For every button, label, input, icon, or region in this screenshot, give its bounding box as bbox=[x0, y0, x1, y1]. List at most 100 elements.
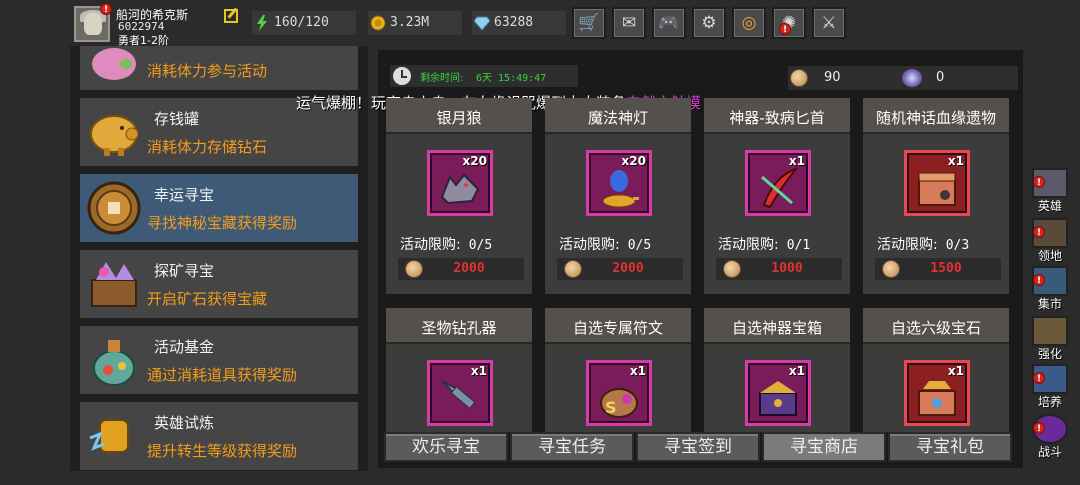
fist-icon bbox=[89, 419, 129, 453]
side-label: 强化 bbox=[1037, 347, 1062, 361]
menu-item-title: 探矿寻宝 bbox=[154, 262, 215, 280]
limit-label: 活动限购: bbox=[400, 237, 461, 253]
mail-button[interactable]: ✉ bbox=[612, 7, 646, 39]
shop-item-card[interactable]: 圣物钻孔器 x1 bbox=[386, 308, 532, 432]
purchase-limit: 活动限购: 0/5 bbox=[559, 234, 651, 254]
gem-box-icon bbox=[918, 381, 956, 416]
event-gem-icon bbox=[902, 69, 922, 87]
shop-button[interactable]: 🛒 bbox=[572, 7, 606, 39]
color-wheel-icon: ◎ bbox=[741, 13, 757, 33]
settings-button[interactable]: ⚙ bbox=[692, 7, 726, 39]
menu-item-lucky-treasure[interactable]: 幸运寻宝 寻找神秘宝藏获得奖励 bbox=[80, 174, 358, 242]
mail-icon: ✉ bbox=[621, 13, 637, 33]
menu-item-hero-trial[interactable]: 英雄试炼 提升转生等级获得奖励 bbox=[80, 402, 358, 470]
shop-item-title: 自选神器宝箱 bbox=[704, 308, 850, 344]
item-quantity: x1 bbox=[788, 364, 805, 378]
diamond-icon bbox=[474, 16, 490, 31]
top-bar: ! 船河的希克斯 6022974 勇者1-2阶 160/120 3.23M 63… bbox=[0, 0, 1080, 47]
wolf-icon bbox=[440, 173, 480, 205]
item-quantity: x1 bbox=[629, 364, 646, 378]
price-value: 2000 bbox=[612, 261, 644, 276]
limit-label: 活动限购: bbox=[877, 237, 938, 253]
event-button[interactable]: ✺ bbox=[772, 7, 806, 39]
menu-item-stamina-event[interactable]: 消耗体力参与活动 bbox=[80, 46, 358, 90]
side-button-hero[interactable]: ! 英雄 bbox=[1028, 168, 1072, 214]
money-bag-icon bbox=[93, 340, 135, 386]
item-quantity: x20 bbox=[462, 154, 487, 168]
item-frame: x1 bbox=[904, 360, 970, 426]
side-button-market[interactable]: ! 集市 bbox=[1028, 266, 1072, 312]
svg-text:S: S bbox=[605, 398, 617, 417]
shop-item-card[interactable]: 自选专属符文 S x1 bbox=[545, 308, 691, 432]
market-notification-badge: ! bbox=[1033, 274, 1045, 286]
shop-item-card[interactable]: 自选六级宝石 x1 bbox=[863, 308, 1009, 432]
event-timer: 剩余时间: 6天 15:49:47 bbox=[390, 65, 578, 87]
item-frame: x1 bbox=[427, 360, 493, 426]
gold-value: 3.23M bbox=[390, 15, 430, 30]
price-value: 1500 bbox=[930, 261, 962, 276]
crossed-swords-icon: ⚔ bbox=[821, 13, 837, 33]
menu-item-fund[interactable]: 活动基金 通过消耗道具获得奖励 bbox=[80, 326, 358, 394]
shop-item-card[interactable]: 自选神器宝箱 x1 bbox=[704, 308, 850, 432]
item-frame: x20 bbox=[586, 150, 652, 216]
item-quantity: x1 bbox=[947, 364, 964, 378]
event-coin-counter: 90 bbox=[788, 66, 906, 90]
pig-icon bbox=[92, 48, 136, 80]
tab-treasure-packs[interactable]: 寻宝礼包 bbox=[888, 432, 1012, 462]
menu-item-title: 英雄试炼 bbox=[154, 414, 215, 432]
stamina-icon bbox=[257, 15, 267, 31]
menu-item-mining[interactable]: 探矿寻宝 开启矿石获得宝藏 bbox=[80, 250, 358, 318]
price-value: 1000 bbox=[771, 261, 803, 276]
side-button-train[interactable]: ! 培养 bbox=[1028, 364, 1072, 410]
shop-item-title: 魔法神灯 bbox=[545, 98, 691, 134]
limit-value: 0/5 bbox=[468, 238, 493, 253]
cart-icon: 🛒 bbox=[578, 13, 600, 33]
buy-button[interactable]: 2000 bbox=[398, 258, 524, 280]
treasure-disc-icon bbox=[87, 181, 141, 235]
menu-item-desc: 通过消耗道具获得奖励 bbox=[147, 366, 298, 384]
buy-button[interactable]: 2000 bbox=[557, 258, 683, 280]
gear-icon: ⚙ bbox=[701, 13, 717, 33]
piggy-bank-icon bbox=[90, 115, 139, 156]
item-frame: x1 bbox=[745, 150, 811, 216]
menu-item-desc: 寻找神秘宝藏获得奖励 bbox=[147, 214, 298, 232]
avatar-notification-badge: ! bbox=[100, 3, 112, 15]
event-gem-value: 0 bbox=[936, 70, 945, 85]
menu-item-desc: 开启矿石获得宝藏 bbox=[147, 290, 268, 308]
purchase-limit: 活动限购: 0/1 bbox=[718, 234, 810, 254]
tab-treasure-quests[interactable]: 寻宝任务 bbox=[510, 432, 634, 462]
buy-button[interactable]: 1500 bbox=[875, 258, 1001, 280]
item-frame: x20 bbox=[427, 150, 493, 216]
limit-label: 活动限购: bbox=[559, 237, 620, 253]
genie-lamp-icon bbox=[602, 170, 639, 208]
limit-value: 0/3 bbox=[945, 238, 970, 253]
side-label: 领地 bbox=[1037, 249, 1062, 263]
timer-label: 剩余时间: bbox=[420, 73, 464, 84]
battle-button[interactable]: ⚔ bbox=[812, 7, 846, 39]
buy-button[interactable]: 1000 bbox=[716, 258, 842, 280]
tab-happy-treasure[interactable]: 欢乐寻宝 bbox=[384, 432, 508, 462]
shop-item-card[interactable]: 随机神话血缘遗物 x1 活动限购: 0/3 1500 bbox=[863, 98, 1009, 294]
limit-label: 活动限购: bbox=[718, 237, 779, 253]
side-button-territory[interactable]: ! 领地 bbox=[1028, 218, 1072, 264]
side-button-enhance[interactable]: 强化 bbox=[1028, 316, 1072, 362]
territory-notification-badge: ! bbox=[1033, 226, 1045, 238]
shop-item-card[interactable]: 神器-致病匕首 x1 活动限购: 0/1 1000 bbox=[704, 98, 850, 294]
timer-value: 6天 15:49:47 bbox=[476, 73, 547, 84]
tab-treasure-checkin[interactable]: 寻宝签到 bbox=[636, 432, 760, 462]
color-wheel-button[interactable]: ◎ bbox=[732, 7, 766, 39]
tab-treasure-shop[interactable]: 寻宝商店 bbox=[762, 432, 886, 462]
side-button-battle[interactable]: ! 战斗 bbox=[1028, 414, 1072, 460]
event-coin-icon bbox=[790, 69, 808, 87]
shop-item-card[interactable]: 魔法神灯 x20 活动限购: 0/5 2000 bbox=[545, 98, 691, 294]
drill-icon bbox=[441, 380, 476, 410]
gamepad-button[interactable]: 🎮 bbox=[652, 7, 686, 39]
shop-item-card[interactable]: 银月狼 x20 活动限购: 0/5 2000 bbox=[386, 98, 532, 294]
battle-notification-badge: ! bbox=[1033, 422, 1045, 434]
shop-item-title: 随机神话血缘遗物 bbox=[863, 98, 1009, 134]
item-quantity: x1 bbox=[947, 154, 964, 168]
edit-name-icon[interactable] bbox=[224, 9, 238, 23]
menu-item-title: 存钱罐 bbox=[154, 110, 200, 128]
dagger-icon bbox=[761, 167, 799, 209]
purchase-limit: 活动限购: 0/3 bbox=[877, 234, 969, 254]
